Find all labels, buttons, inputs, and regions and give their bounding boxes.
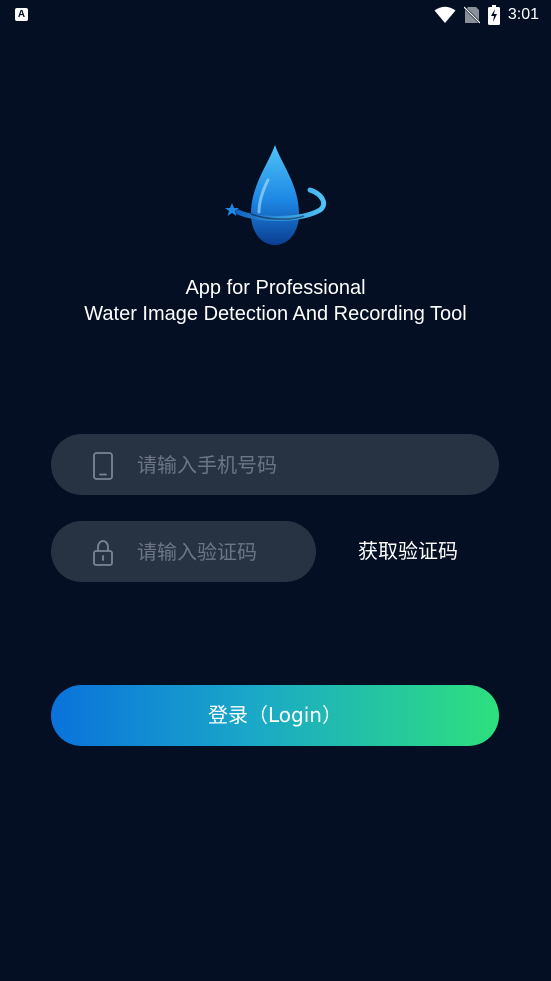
- battery-charging-icon: [487, 5, 500, 25]
- status-icons: 3:01: [434, 4, 539, 26]
- login-screen: A 3:01 App for Professional Water Image …: [0, 0, 551, 981]
- status-time: 3:01: [507, 6, 539, 23]
- app-tagline: App for Professional Water Image Detecti…: [0, 275, 551, 327]
- login-button[interactable]: 登录（Login）: [51, 685, 499, 746]
- phone-input[interactable]: [137, 434, 477, 495]
- tagline-line-2: Water Image Detection And Recording Tool: [84, 303, 467, 325]
- get-verification-code-button[interactable]: 获取验证码: [340, 521, 476, 582]
- lock-icon: [91, 539, 115, 566]
- wifi-icon: [434, 6, 456, 24]
- verification-code-field[interactable]: [51, 521, 316, 582]
- tagline-line-1: App for Professional: [185, 277, 366, 299]
- water-drop-logo-icon: [224, 140, 328, 252]
- notification-a-icon: A: [15, 8, 28, 21]
- phone-field[interactable]: [51, 434, 499, 495]
- verification-code-input[interactable]: [137, 521, 307, 582]
- status-bar: A 3:01: [0, 0, 551, 32]
- no-sim-icon: [463, 6, 480, 24]
- phone-icon: [91, 452, 115, 480]
